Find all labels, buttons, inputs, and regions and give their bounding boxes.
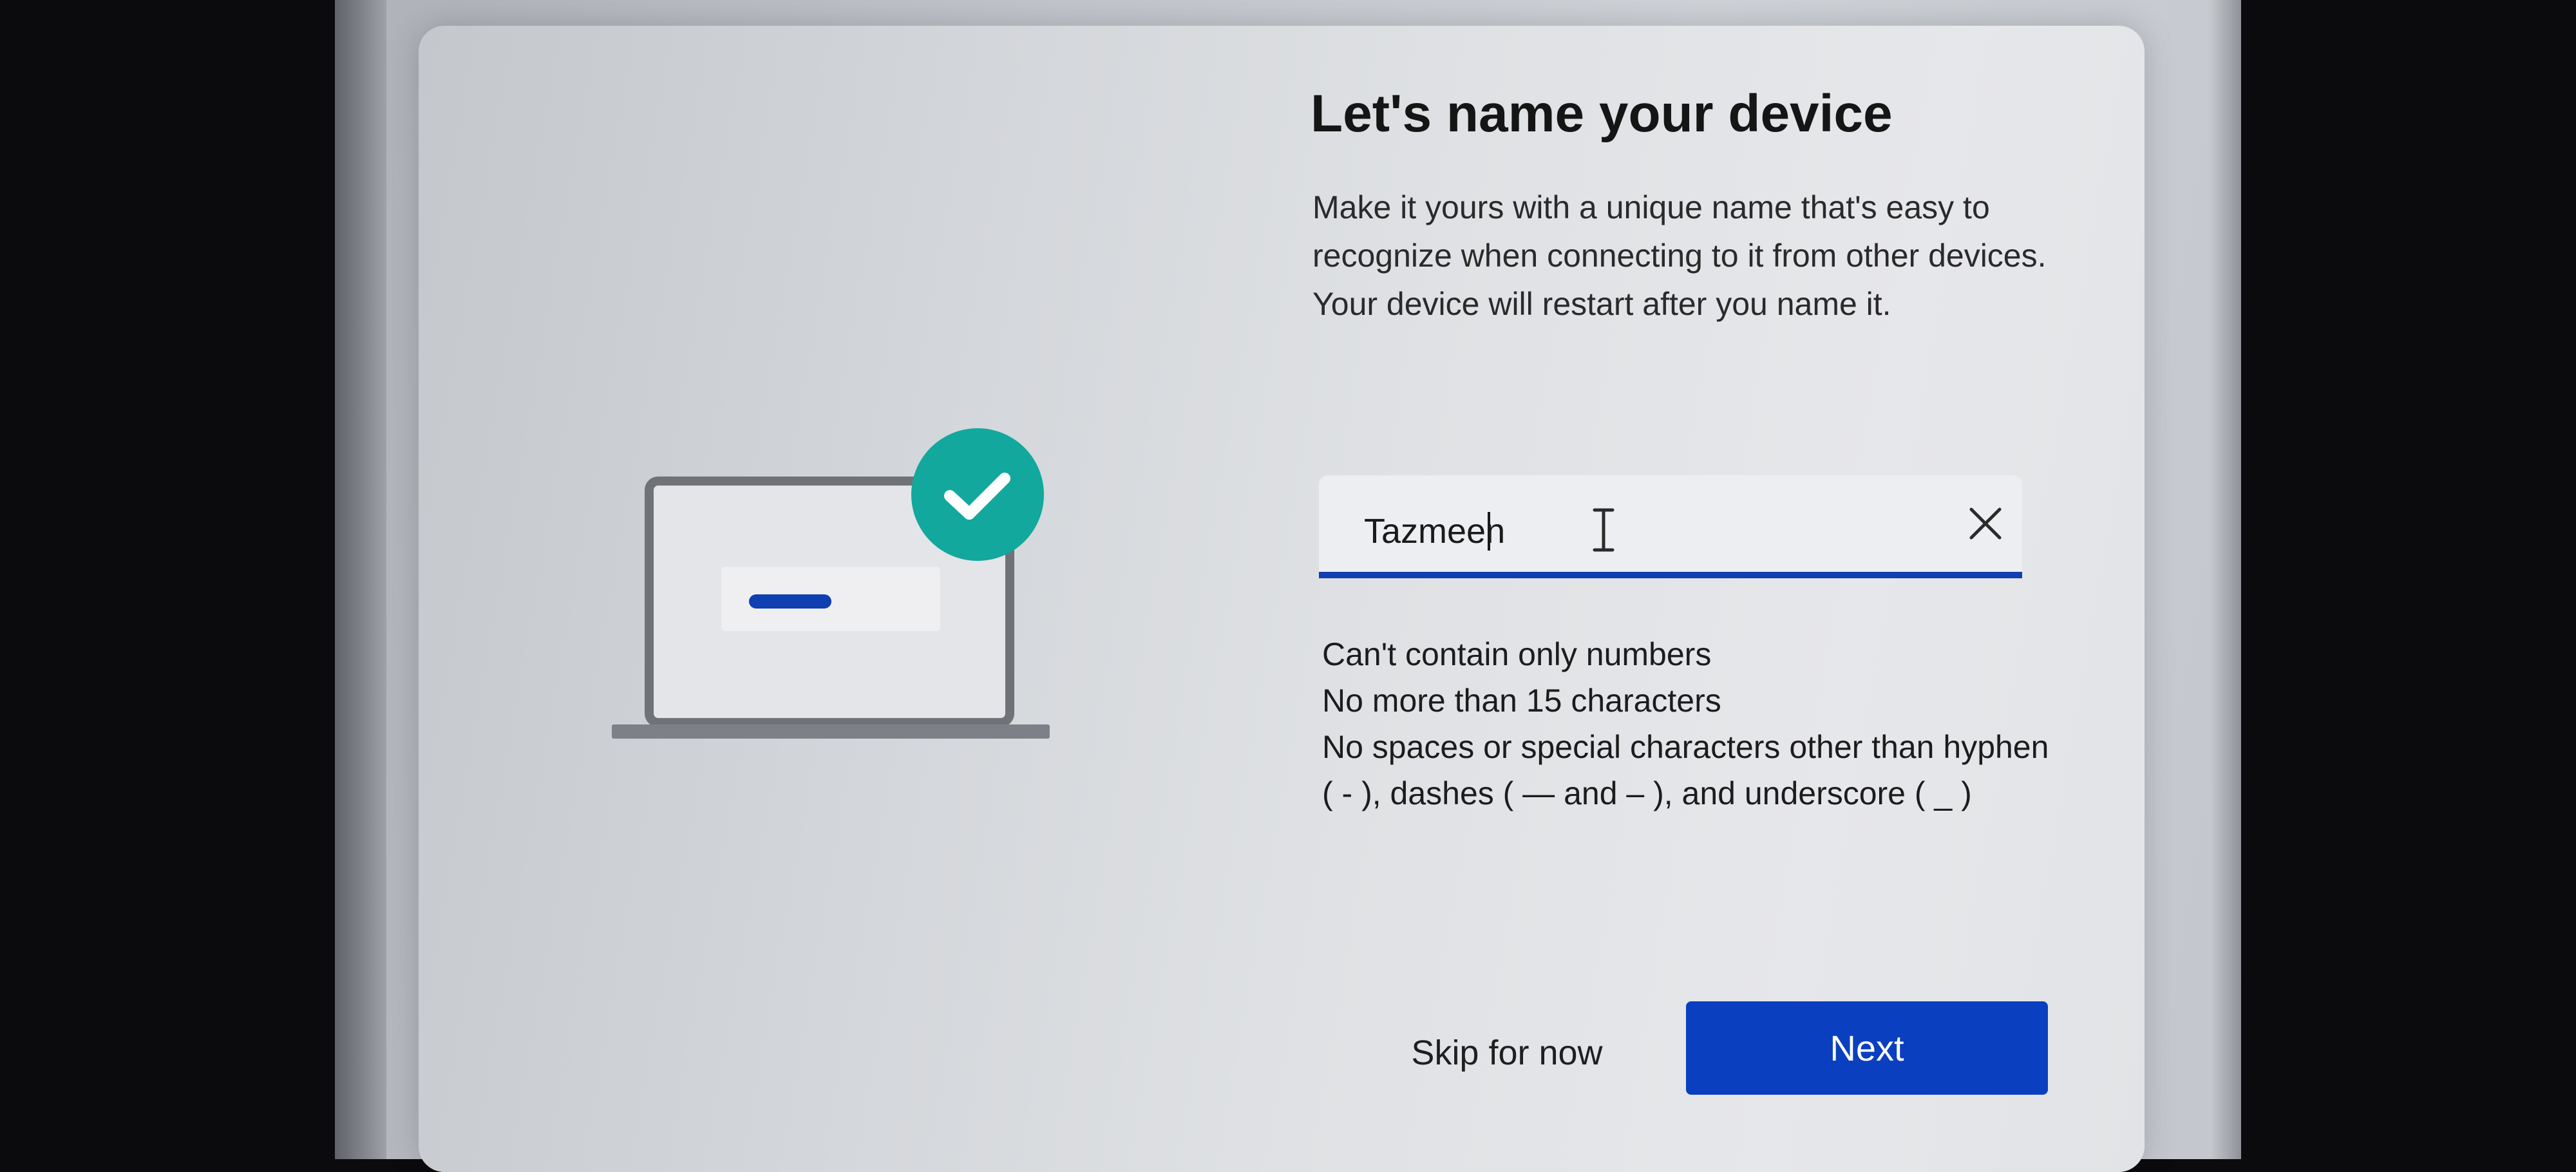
name-rules: Can't contain only numbers No more than … (1322, 631, 2063, 817)
rule-item: No more than 15 characters (1322, 683, 1721, 719)
page-description: Make it yours with a unique name that's … (1312, 189, 2047, 322)
close-icon (1969, 507, 2002, 540)
device-illustration (612, 428, 1050, 739)
page-title: Let's name your device (1311, 84, 1893, 143)
bezel-edge-left (335, 0, 386, 1159)
text-cursor-icon (1593, 508, 1615, 552)
checkmark-icon (911, 428, 1044, 561)
text-caret (1488, 512, 1490, 551)
skip-button[interactable]: Skip for now (1372, 1021, 1642, 1085)
bezel-edge-right (2209, 0, 2241, 1159)
device-name-field[interactable] (1319, 475, 2022, 578)
clear-input-button[interactable] (1956, 495, 2014, 553)
rule-item: No spaces or special characters other th… (1322, 729, 2049, 811)
next-button[interactable]: Next (1686, 1001, 2048, 1095)
rule-item: Can't contain only numbers (1322, 636, 1712, 672)
